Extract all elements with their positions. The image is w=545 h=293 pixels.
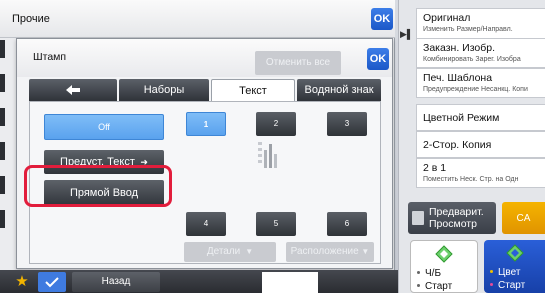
position-4-button[interactable]: 4: [186, 212, 226, 236]
color-dot-icon: [490, 270, 493, 273]
stamp-dialog-title: Штамп: [33, 51, 67, 63]
position-1-button[interactable]: 1: [186, 112, 226, 136]
position-2-button[interactable]: 2: [256, 112, 296, 136]
other-ok-button[interactable]: OK: [371, 8, 393, 30]
function-custom-image-label: Заказн. Изобр.: [423, 42, 496, 54]
checkmark-button[interactable]: [38, 272, 66, 292]
status-block: [262, 272, 318, 293]
function-original-sub: Изменить Размер/Направл.: [423, 26, 513, 33]
bw-start-label: Старт: [425, 281, 453, 292]
function-custom-image-sub: Комбинировать Зарег. Изобра: [423, 56, 521, 63]
bw-dot-icon: [417, 271, 420, 274]
panel-expand-icon[interactable]: ▶▌: [400, 26, 413, 42]
other-dialog-header: Прочие OK: [0, 0, 395, 38]
direct-input-highlight: [24, 165, 172, 207]
preview-label-1: Предварит.: [429, 206, 484, 218]
function-original-label: Оригинал: [423, 12, 471, 24]
color-start-label: Старт: [498, 280, 526, 291]
stamp-dialog: Штамп Отменить все OK Наборы Текст Водян…: [16, 38, 393, 269]
preview-button[interactable]: Предварит. Просмотр: [408, 202, 496, 234]
other-dialog-title: Прочие: [12, 13, 50, 25]
chevron-down-icon: ▼: [243, 247, 254, 256]
function-2in1-label: 2 в 1: [423, 162, 447, 174]
function-duplex[interactable]: 2-Стор. Копия: [416, 131, 545, 158]
function-pattern-print-label: Печ. Шаблона: [423, 72, 493, 84]
details-button[interactable]: Детали ▼: [184, 242, 276, 262]
layout-button[interactable]: Расположение ▼: [286, 242, 374, 262]
left-edge-marks: [0, 40, 6, 260]
color-label: Цвет: [498, 267, 521, 278]
layout-label: Расположение: [290, 246, 359, 257]
bw-label: Ч/Б: [425, 268, 442, 279]
tab-back[interactable]: [29, 79, 117, 101]
position-3-button[interactable]: 3: [327, 112, 367, 136]
details-label: Детали: [206, 246, 241, 257]
color-dot-icon-2: [490, 283, 493, 286]
function-2in1-sub: Поместить Неск. Стр. на Одн: [423, 176, 519, 183]
bw-dot-icon-2: [417, 284, 420, 287]
function-custom-image[interactable]: Заказн. Изобр. Комбинировать Зарег. Изоб…: [416, 38, 545, 68]
function-duplex-label: 2-Стор. Копия: [423, 138, 492, 151]
tab-sets[interactable]: Наборы: [119, 79, 209, 101]
tab-watermark[interactable]: Водяной знак: [297, 79, 381, 101]
page-preview-icon: [258, 142, 277, 168]
star-icon[interactable]: ★: [8, 272, 36, 292]
function-color-mode-label: Цветной Режим: [423, 111, 500, 124]
copier-screen: ▶▌ Оригинал Изменить Размер/Направл. Зак…: [0, 0, 545, 293]
function-pattern-print-sub: Предупреждение Несанкц. Копи: [423, 86, 528, 93]
preview-label-2: Просмотр: [429, 218, 477, 230]
function-2in1[interactable]: 2 в 1 Поместить Неск. Стр. на Одн: [416, 158, 545, 188]
preview-icon: [412, 211, 424, 225]
checkmark-icon: [45, 277, 59, 288]
cancel-all-button[interactable]: Отменить все: [255, 51, 341, 75]
tab-text[interactable]: Текст: [211, 79, 295, 101]
function-color-mode[interactable]: Цветной Режим: [416, 104, 545, 131]
position-5-button[interactable]: 5: [256, 212, 296, 236]
off-button[interactable]: Off: [44, 114, 164, 140]
stamp-tabs: Наборы Текст Водяной знак: [29, 79, 381, 101]
color-start-diamond-icon: [505, 244, 524, 262]
bw-start-diamond-icon: [435, 245, 453, 263]
stamp-dialog-header: Штамп Отменить все OK: [17, 39, 392, 77]
bottom-bar: ★ Назад: [0, 270, 398, 293]
clear-all-button[interactable]: CA: [502, 202, 545, 234]
function-pattern-print[interactable]: Печ. Шаблона Предупреждение Несанкц. Коп…: [416, 68, 545, 98]
back-button[interactable]: Назад: [72, 272, 160, 292]
bw-start-button[interactable]: Ч/Б Старт: [410, 240, 478, 293]
color-start-button[interactable]: Цвет Старт: [484, 240, 545, 293]
chevron-down-icon-2: ▼: [361, 247, 370, 256]
stamp-ok-button[interactable]: OK: [367, 48, 389, 70]
back-arrow-icon: [66, 85, 80, 96]
position-6-button[interactable]: 6: [327, 212, 367, 236]
